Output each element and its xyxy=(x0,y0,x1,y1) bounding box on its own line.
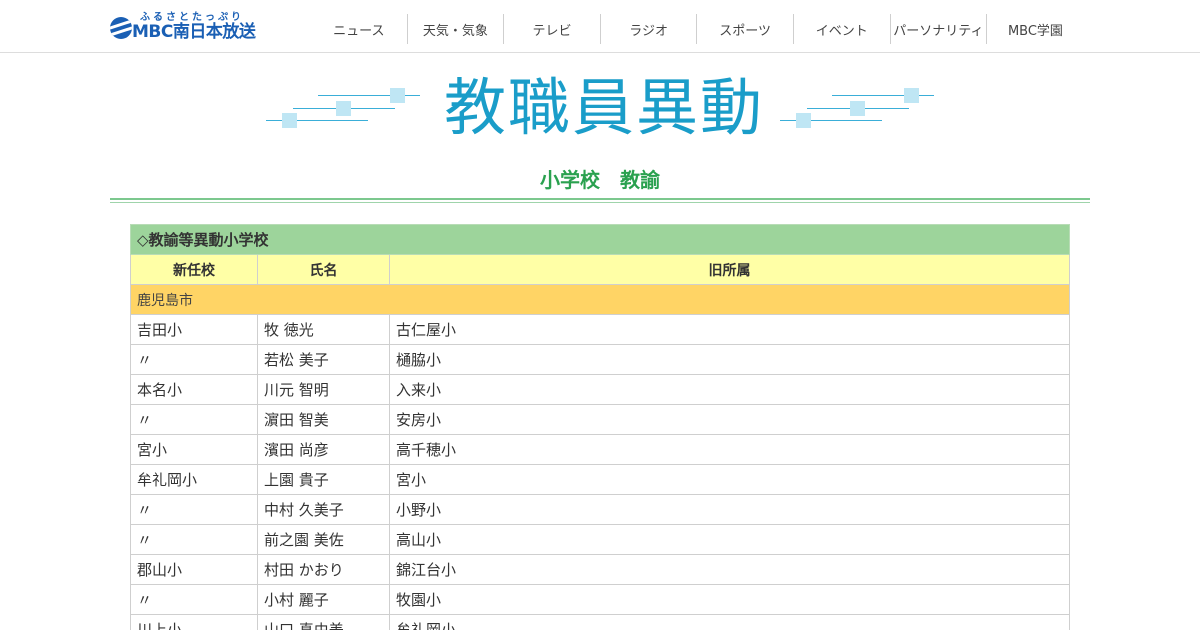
cell-previous-post: 古仁屋小 xyxy=(389,314,1070,345)
title-decoration-right xyxy=(780,88,940,133)
transfer-table: ◇教諭等異動小学校 新任校 氏名 旧所属 鹿児島市 吉田小牧 徳光 古仁屋小〃若松… xyxy=(130,224,1070,630)
cell-name: 牧 徳光 xyxy=(257,314,390,345)
cell-name: 山口 真由美 xyxy=(257,614,390,630)
table-row: 本名小 川元 智明 入来小 xyxy=(130,374,1070,405)
divider xyxy=(110,198,1090,200)
cell-name: 村田 かおり xyxy=(257,554,390,585)
column-header-name: 氏名 xyxy=(257,254,390,285)
cell-new-school: 本名小 xyxy=(130,374,258,405)
nav-item-weather[interactable]: 天気・気象 xyxy=(408,14,505,44)
cell-name: 前之園 美佐 xyxy=(257,524,390,555)
page-title: 教職員異動 xyxy=(444,71,765,144)
cell-new-school: 〃 xyxy=(130,494,258,525)
cell-name: 濵田 智美 xyxy=(257,404,390,435)
cell-name: 上園 貴子 xyxy=(257,464,390,495)
table-row: 〃前之園 美佐 高山小 xyxy=(130,524,1070,555)
cell-new-school: 〃 xyxy=(130,344,258,375)
nav-item-events[interactable]: イベント xyxy=(794,14,891,44)
table-row: 〃小村 麗子 牧園小 xyxy=(130,584,1070,615)
table-header-row: 新任校 氏名 旧所属 xyxy=(130,254,1070,285)
cell-previous-post: 入来小 xyxy=(389,374,1070,405)
table-row: 牟礼岡小 上園 貴子 宮小 xyxy=(130,464,1070,495)
page-subtitle: 小学校 教諭 xyxy=(0,164,1200,193)
cell-name: 濱田 尚彦 xyxy=(257,434,390,465)
nav-item-tv[interactable]: テレビ xyxy=(504,14,601,44)
cell-previous-post: 樋脇小 xyxy=(389,344,1070,375)
title-decoration-left xyxy=(266,88,426,133)
table-row: 宮小 濱田 尚彦 高千穂小 xyxy=(130,434,1070,465)
column-header-new-school: 新任校 xyxy=(130,254,258,285)
cell-new-school: 〃 xyxy=(130,524,258,555)
cell-previous-post: 安房小 xyxy=(389,404,1070,435)
cell-previous-post: 牧園小 xyxy=(389,584,1070,615)
table-row: 〃中村 久美子 小野小 xyxy=(130,494,1070,525)
table-row: 郡山小 村田 かおり 錦江台小 xyxy=(130,554,1070,585)
cell-previous-post: 牟礼岡小 xyxy=(389,614,1070,630)
cell-previous-post: 小野小 xyxy=(389,494,1070,525)
site-header: ふるさとたっぷり MBC南日本放送 ニュース 天気・気象 テレビ ラジオ スポー… xyxy=(0,0,1200,53)
table-row: 〃濵田 智美 安房小 xyxy=(130,404,1070,435)
cell-name: 中村 久美子 xyxy=(257,494,390,525)
region-row: 鹿児島市 xyxy=(130,284,1070,315)
table-caption: ◇教諭等異動小学校 xyxy=(130,224,1070,255)
cell-previous-post: 宮小 xyxy=(389,464,1070,495)
cell-previous-post: 高千穂小 xyxy=(389,434,1070,465)
table-row: 〃若松 美子 樋脇小 xyxy=(130,344,1070,375)
cell-previous-post: 錦江台小 xyxy=(389,554,1070,585)
cell-name: 小村 麗子 xyxy=(257,584,390,615)
divider xyxy=(110,202,1090,203)
cell-new-school: 川上小 xyxy=(130,614,258,630)
subtitle-school-type: 小学校 xyxy=(540,168,600,192)
column-header-previous-post: 旧所属 xyxy=(389,254,1070,285)
transfer-table-container: ◇教諭等異動小学校 新任校 氏名 旧所属 鹿児島市 吉田小牧 徳光 古仁屋小〃若松… xyxy=(130,224,1070,630)
nav-item-sports[interactable]: スポーツ xyxy=(697,14,794,44)
cell-new-school: 〃 xyxy=(130,404,258,435)
cell-name: 川元 智明 xyxy=(257,374,390,405)
subtitle-position: 教諭 xyxy=(620,168,660,192)
cell-new-school: 郡山小 xyxy=(130,554,258,585)
global-nav: ニュース 天気・気象 テレビ ラジオ スポーツ イベント パーソナリティ MBC… xyxy=(311,14,1084,44)
cell-new-school: 〃 xyxy=(130,584,258,615)
region-label: 鹿児島市 xyxy=(130,284,1070,315)
cell-new-school: 牟礼岡小 xyxy=(130,464,258,495)
cell-name: 若松 美子 xyxy=(257,344,390,375)
table-caption-row: ◇教諭等異動小学校 xyxy=(130,224,1070,255)
mbc-logo-icon xyxy=(110,17,132,39)
table-row: 吉田小牧 徳光 古仁屋小 xyxy=(130,314,1070,345)
cell-new-school: 吉田小 xyxy=(130,314,258,345)
nav-item-radio[interactable]: ラジオ xyxy=(601,14,698,44)
mbc-logo[interactable]: ふるさとたっぷり MBC南日本放送 xyxy=(110,8,260,42)
nav-item-mbc-academy[interactable]: MBC学園 xyxy=(987,14,1084,44)
cell-previous-post: 高山小 xyxy=(389,524,1070,555)
logo-text: MBC南日本放送 xyxy=(132,22,256,42)
nav-item-personality[interactable]: パーソナリティ xyxy=(891,14,988,44)
cell-new-school: 宮小 xyxy=(130,434,258,465)
table-row: 川上小 山口 真由美 牟礼岡小 xyxy=(130,614,1070,630)
nav-item-news[interactable]: ニュース xyxy=(311,14,408,44)
